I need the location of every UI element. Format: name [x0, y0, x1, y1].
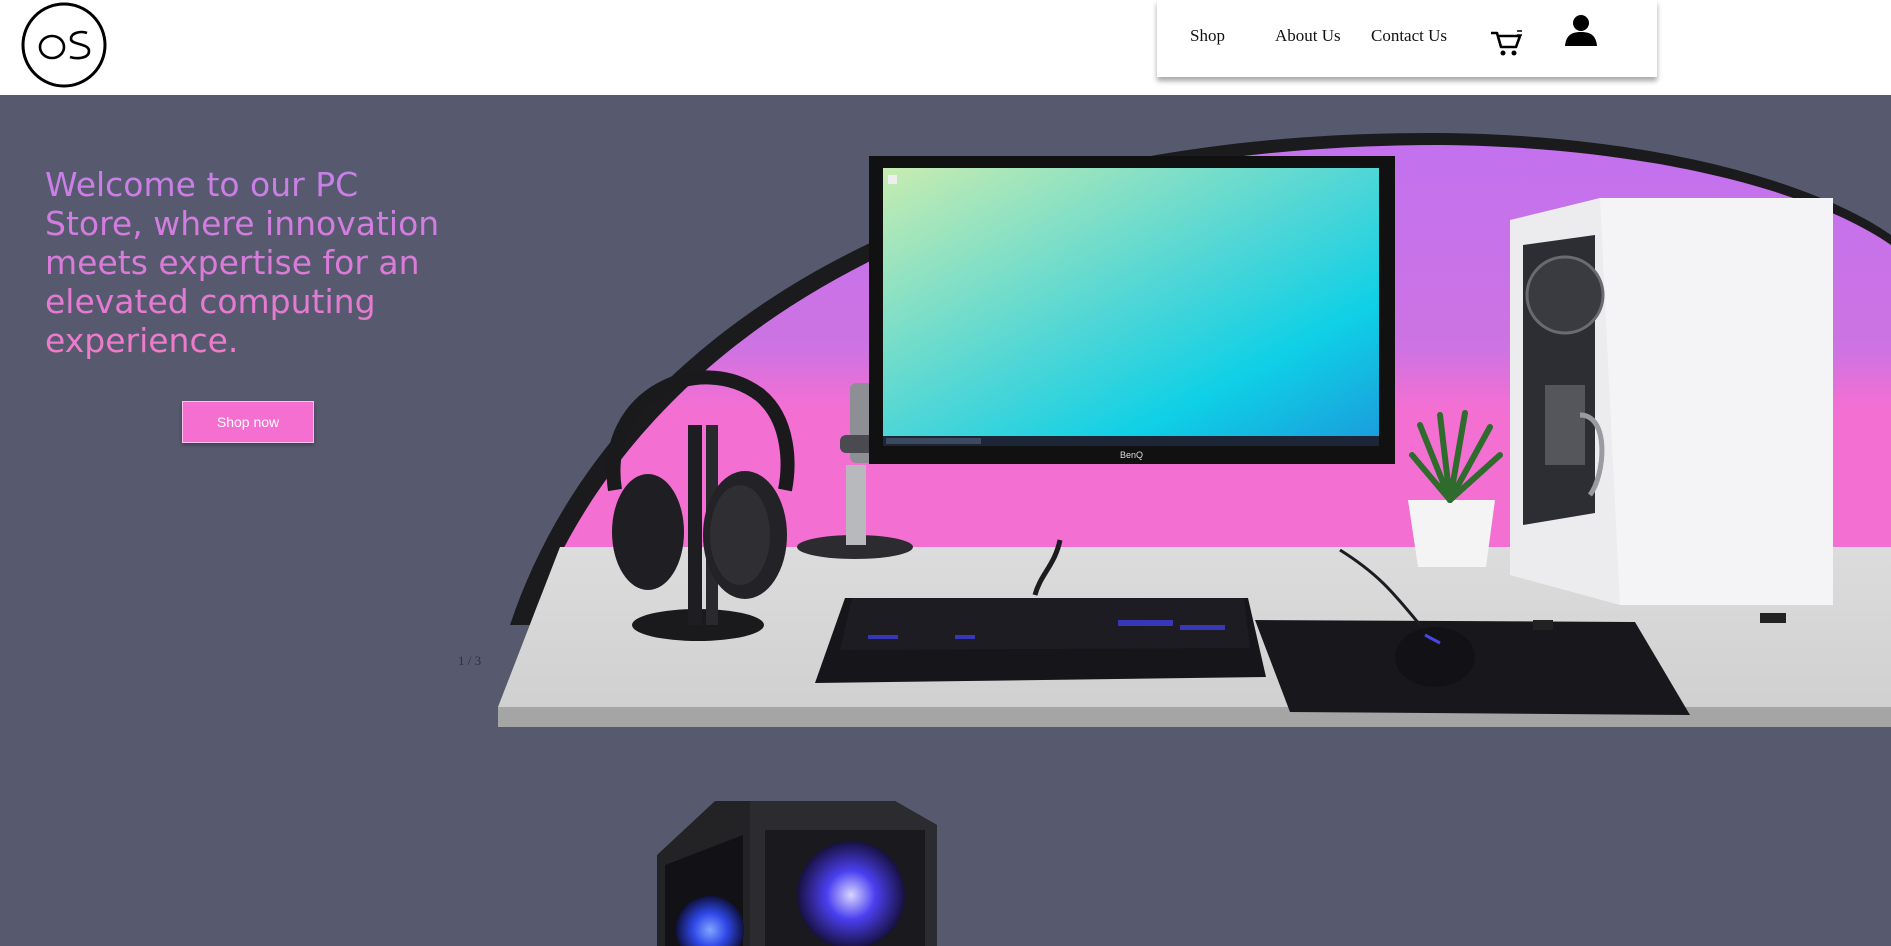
hero-welcome-heading: Welcome to our PC Store, where innovatio… [45, 165, 465, 360]
user-icon[interactable] [1563, 12, 1599, 48]
cart-icon[interactable] [1489, 27, 1525, 59]
nav-contact-link[interactable]: Contact Us [1371, 26, 1447, 46]
svg-text:BenQ: BenQ [1120, 450, 1143, 460]
main-nav: Shop About Us Contact Us [1157, 0, 1657, 77]
shop-now-button[interactable]: Shop now [182, 401, 314, 443]
nav-shop-link[interactable]: Shop [1190, 26, 1225, 46]
nav-about-link[interactable]: About Us [1275, 26, 1341, 46]
top-header: Shop About Us Contact Us [0, 0, 1891, 95]
slide-counter: 1 / 3 [458, 653, 482, 668]
gaming-pc-case-image [657, 801, 937, 946]
store-logo[interactable] [20, 1, 108, 89]
